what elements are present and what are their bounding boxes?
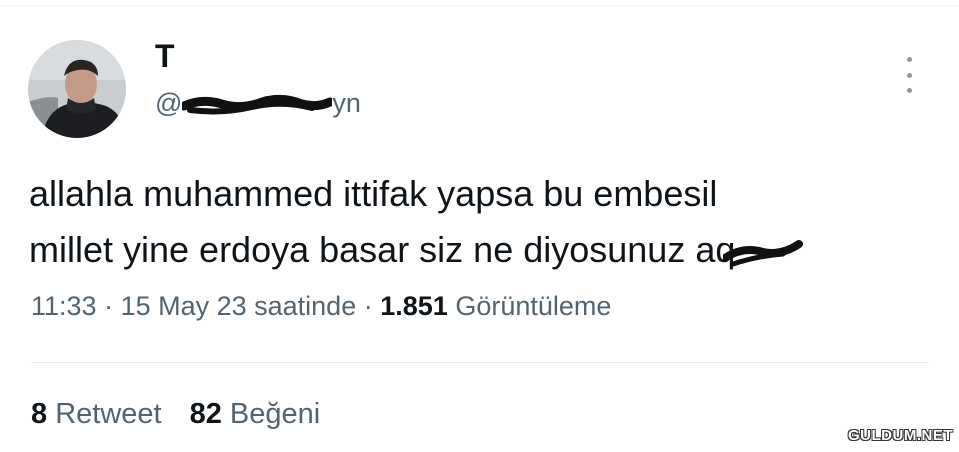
tweet-time[interactable]: 11:33: [31, 291, 97, 321]
more-options-icon[interactable]: [903, 57, 915, 93]
handle-prefix: @: [155, 88, 183, 118]
stats-divider: [31, 362, 929, 363]
retweet-label: Retweet: [55, 398, 162, 430]
retweets-link[interactable]: 8 Retweet: [31, 398, 162, 430]
meta-separator: ·: [356, 291, 381, 321]
likes-link[interactable]: 82 Beğeni: [190, 398, 321, 430]
profile-photo-icon: [28, 40, 126, 138]
tweet-line-1: allahla muhammed ittifak yapsa bu embesi…: [29, 173, 718, 214]
engagement-stats: 8 Retweet 82 Beğeni: [31, 398, 320, 431]
tweet-meta: 11:33 · 15 May 23 saatinde · 1.851 Görün…: [31, 291, 611, 322]
redaction-scribble-icon: [182, 94, 333, 115]
like-count: 82: [189, 398, 222, 430]
author-display-name[interactable]: T: [155, 38, 175, 75]
handle-suffix: yn: [332, 88, 361, 118]
like-label: Beğeni: [229, 398, 321, 430]
meta-separator: ·: [96, 291, 121, 321]
retweet-count: 8: [31, 398, 48, 430]
avatar[interactable]: [28, 40, 126, 138]
watermark: GULDUM.NET: [848, 427, 953, 444]
tweet-date[interactable]: 15 May 23 saatinde: [121, 291, 357, 321]
tweet-line-2: millet yine erdoya basar siz ne diyosunu…: [29, 222, 939, 278]
tweet-text: allahla muhammed ittifak yapsa bu embesi…: [29, 166, 939, 278]
redaction-scribble-icon: [723, 240, 804, 267]
top-divider: [0, 5, 959, 6]
views-count: 1.851: [380, 291, 448, 321]
tweet-line-2-text: millet yine erdoya basar siz ne diyosunu…: [29, 229, 686, 270]
author-handle[interactable]: @ yn: [155, 88, 361, 119]
views-label: Görüntüleme: [455, 291, 612, 321]
